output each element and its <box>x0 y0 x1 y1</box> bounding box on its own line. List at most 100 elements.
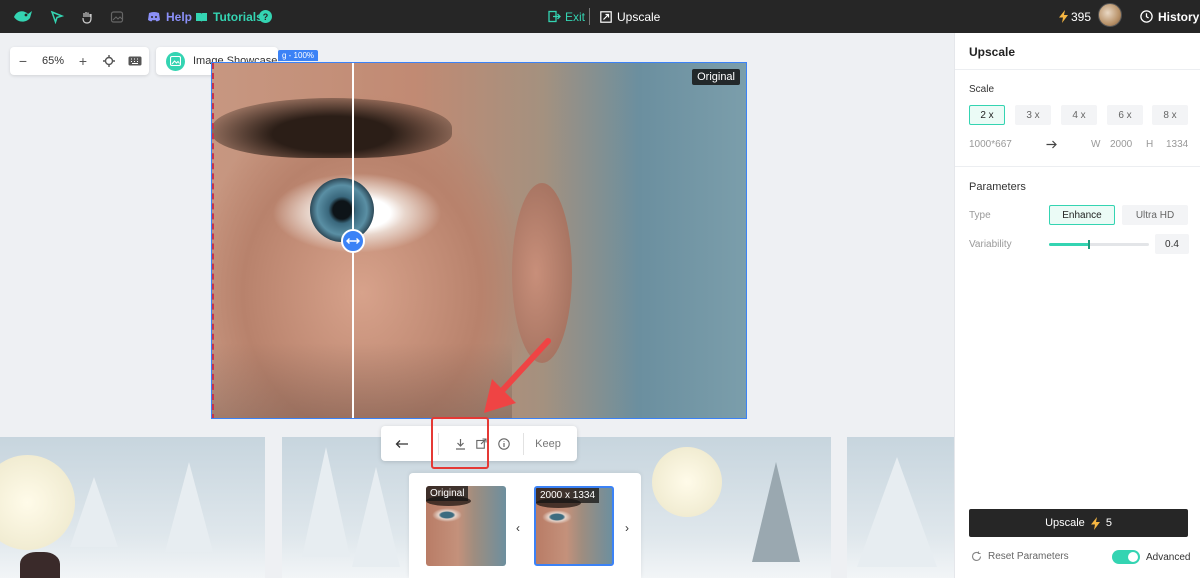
layer-tag: g - 100% <box>278 50 319 61</box>
tutorials-link[interactable]: Tutorials <box>195 0 263 33</box>
topbar-divider <box>589 8 590 25</box>
top-bar: Help Tutorials ? Exit Upscale 395 Histor… <box>0 0 1200 33</box>
width-label: W <box>1091 139 1101 150</box>
scale-option-6x[interactable]: 6 x <box>1107 105 1143 125</box>
keyboard-icon[interactable] <box>122 47 148 75</box>
tree-shape <box>352 467 400 567</box>
question-icon[interactable]: ? <box>259 0 272 33</box>
type-label: Type <box>969 210 991 221</box>
height-label: H <box>1146 139 1154 150</box>
clock-icon <box>1140 10 1153 23</box>
discord-icon <box>148 11 160 21</box>
tree-shape <box>302 447 350 557</box>
upscale-mode-label: Upscale <box>600 0 660 33</box>
arrow-left-icon <box>395 439 408 448</box>
back-button[interactable] <box>381 426 423 461</box>
reset-label: Reset Parameters <box>988 551 1069 562</box>
credits-value: 395 <box>1071 9 1092 24</box>
lightning-icon <box>1090 516 1100 530</box>
eye-shape <box>542 510 572 524</box>
help-link[interactable]: Help <box>147 0 192 33</box>
history-button[interactable]: History <box>1140 0 1199 33</box>
tree-shape <box>752 462 800 562</box>
zoom-out-button[interactable]: − <box>10 47 36 75</box>
parameters-label: Parameters <box>969 181 1026 193</box>
advanced-toggle-row: Advanced <box>1112 550 1190 564</box>
thumbnail-next-button[interactable]: › <box>625 521 629 535</box>
width-value[interactable]: 2000 <box>1110 139 1132 150</box>
eyebrow-shape <box>212 98 452 158</box>
exit-icon <box>548 10 561 23</box>
reset-parameters-button[interactable]: Reset Parameters <box>971 551 1069 562</box>
height-value[interactable]: 1334 <box>1166 139 1188 150</box>
avatar[interactable] <box>1098 3 1122 27</box>
zoom-value: 65% <box>41 55 65 67</box>
beard-shape <box>212 343 512 418</box>
exit-button[interactable]: Exit <box>548 0 585 33</box>
background-image-right <box>847 437 954 578</box>
arrow-right-icon <box>1046 140 1057 149</box>
image-edge-marker <box>212 63 214 418</box>
thumbnail-label: 2000 x 1334 <box>536 488 600 503</box>
source-size: 1000*667 <box>969 139 1012 150</box>
panel-divider <box>955 69 1200 70</box>
variability-slider[interactable] <box>1049 240 1149 249</box>
iris-shape <box>310 178 374 242</box>
info-button[interactable] <box>491 426 517 461</box>
variability-slider-thumb[interactable] <box>1088 240 1090 249</box>
annotation-highlight-box <box>431 417 489 469</box>
scale-option-4x[interactable]: 4 x <box>1061 105 1097 125</box>
scale-option-3x[interactable]: 3 x <box>1015 105 1051 125</box>
upscale-panel: Upscale Scale 2 x 3 x 4 x 6 x 8 x 1000*6… <box>954 33 1200 578</box>
showcase-icon <box>166 51 185 71</box>
scale-label: Scale <box>969 84 995 95</box>
result-thumbnails: Original ‹ 2000 x 1334 › <box>409 473 641 578</box>
book-icon <box>196 12 207 22</box>
credits-display[interactable]: 395 <box>1059 0 1091 33</box>
lightning-icon <box>1059 10 1068 23</box>
editor-canvas[interactable]: − 65% + Image Showcase g - 100% Original <box>0 33 954 578</box>
scale-option-8x[interactable]: 8 x <box>1152 105 1188 125</box>
variability-label: Variability <box>969 239 1012 250</box>
compare-slider-handle[interactable] <box>341 229 365 253</box>
image-tool-icon[interactable] <box>110 0 124 33</box>
hand-tool-icon[interactable] <box>80 0 94 33</box>
advanced-label: Advanced <box>1146 551 1191 563</box>
select-tool-icon[interactable] <box>50 0 64 33</box>
zoom-in-button[interactable]: + <box>70 47 96 75</box>
advanced-toggle[interactable] <box>1112 550 1140 564</box>
zoom-control: − 65% + <box>10 47 149 75</box>
panel-divider <box>955 166 1200 167</box>
thumbnail-prev-button[interactable]: ‹ <box>516 521 520 535</box>
tree-shape <box>857 457 937 567</box>
help-label: Help <box>166 9 193 24</box>
info-icon <box>498 437 510 450</box>
history-label: History <box>1158 9 1200 24</box>
fit-screen-icon[interactable] <box>96 47 122 75</box>
thumbnail-upscaled[interactable]: 2000 x 1334 <box>534 486 614 566</box>
scale-option-2x[interactable]: 2 x <box>969 105 1005 125</box>
original-label: Original <box>692 69 740 85</box>
variability-slider-fill <box>1049 243 1089 246</box>
svg-text:?: ? <box>263 12 269 22</box>
exit-label: Exit <box>565 9 586 24</box>
character-shape <box>20 552 60 578</box>
moon-shape <box>652 447 722 517</box>
annotation-arrow-icon <box>484 338 551 413</box>
keep-button[interactable]: Keep <box>524 426 572 461</box>
upscale-cost: 5 <box>1105 517 1112 529</box>
upscale-button[interactable]: Upscale 5 <box>969 509 1188 537</box>
upscale-top-label: Upscale <box>617 9 661 24</box>
tree-shape <box>165 462 213 552</box>
thumbnail-original[interactable]: Original <box>426 486 506 566</box>
type-option-enhance[interactable]: Enhance <box>1049 205 1115 225</box>
type-option-ultra-hd[interactable]: Ultra HD <box>1122 205 1188 225</box>
variability-value[interactable]: 0.4 <box>1155 234 1189 254</box>
arrows-horizontal-icon <box>346 238 360 244</box>
reset-icon <box>971 551 982 562</box>
upscale-button-label: Upscale <box>1045 517 1085 529</box>
app-logo-icon[interactable] <box>12 0 34 33</box>
panel-title: Upscale <box>969 45 1016 59</box>
upscale-icon <box>600 10 612 23</box>
tutorials-label: Tutorials <box>213 9 263 24</box>
